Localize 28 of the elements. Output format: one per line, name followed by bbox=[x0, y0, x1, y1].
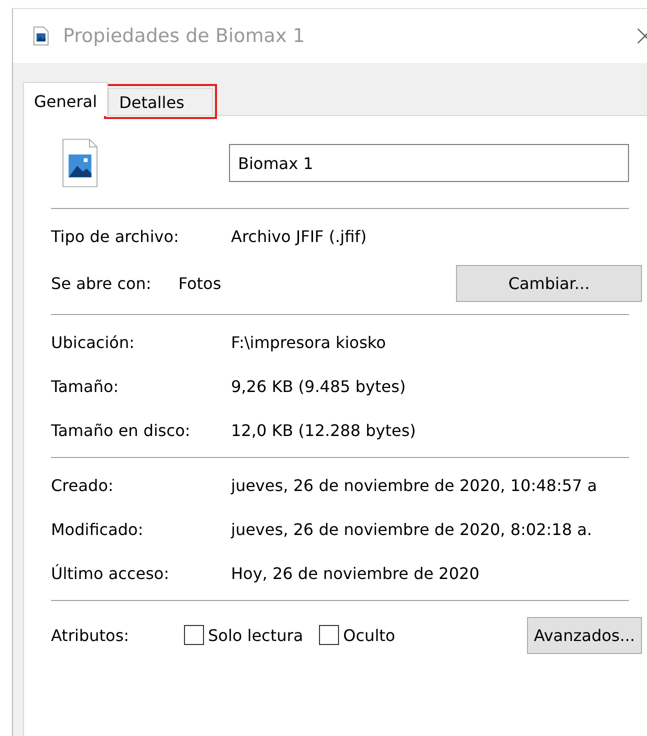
field-label: Atributos: bbox=[51, 626, 130, 644]
field-label: Tipo de archivo: bbox=[51, 226, 180, 246]
field-value: jueves, 26 de noviembre de 2020, 8:02:18 a. bbox=[231, 520, 592, 538]
field-value: Archivo JFIF (.jfif) bbox=[231, 226, 367, 246]
image-file-icon bbox=[33, 26, 49, 46]
name-field[interactable]: Biomax 1 bbox=[229, 144, 629, 182]
field-value: 9,26 KB (9.485 bytes) bbox=[231, 376, 406, 396]
field-label: Modificado: bbox=[51, 520, 144, 538]
field-label: Se abre con: bbox=[51, 274, 152, 293]
checkbox-label: Oculto bbox=[343, 626, 396, 644]
change-button[interactable]: Cambiar... bbox=[456, 265, 642, 302]
field-label: Tamaño: bbox=[51, 376, 120, 396]
field-label: Creado: bbox=[51, 476, 114, 494]
field-value: Fotos bbox=[178, 274, 222, 293]
image-file-icon bbox=[62, 138, 98, 188]
window-title: Propiedades de Biomax 1 bbox=[63, 25, 305, 47]
field-value: 12,0 KB (12.288 bytes) bbox=[231, 420, 416, 440]
field-value: Hoy, 26 de noviembre de 2020 bbox=[231, 564, 480, 582]
field-label: Último acceso: bbox=[51, 564, 170, 582]
field-label: Tamaño en disco: bbox=[51, 420, 192, 440]
checkbox[interactable] bbox=[184, 625, 204, 645]
advanced-button[interactable]: Avanzados... bbox=[526, 616, 642, 654]
field-label: Ubicación: bbox=[51, 332, 136, 352]
tab[interactable]: General bbox=[23, 82, 108, 116]
field-value: jueves, 26 de noviembre de 2020, 10:48:57 a bbox=[231, 476, 598, 494]
field-value: F:\impresora kiosko bbox=[231, 332, 386, 352]
checkbox-label: Solo lectura bbox=[208, 626, 304, 644]
checkbox[interactable] bbox=[319, 625, 340, 645]
